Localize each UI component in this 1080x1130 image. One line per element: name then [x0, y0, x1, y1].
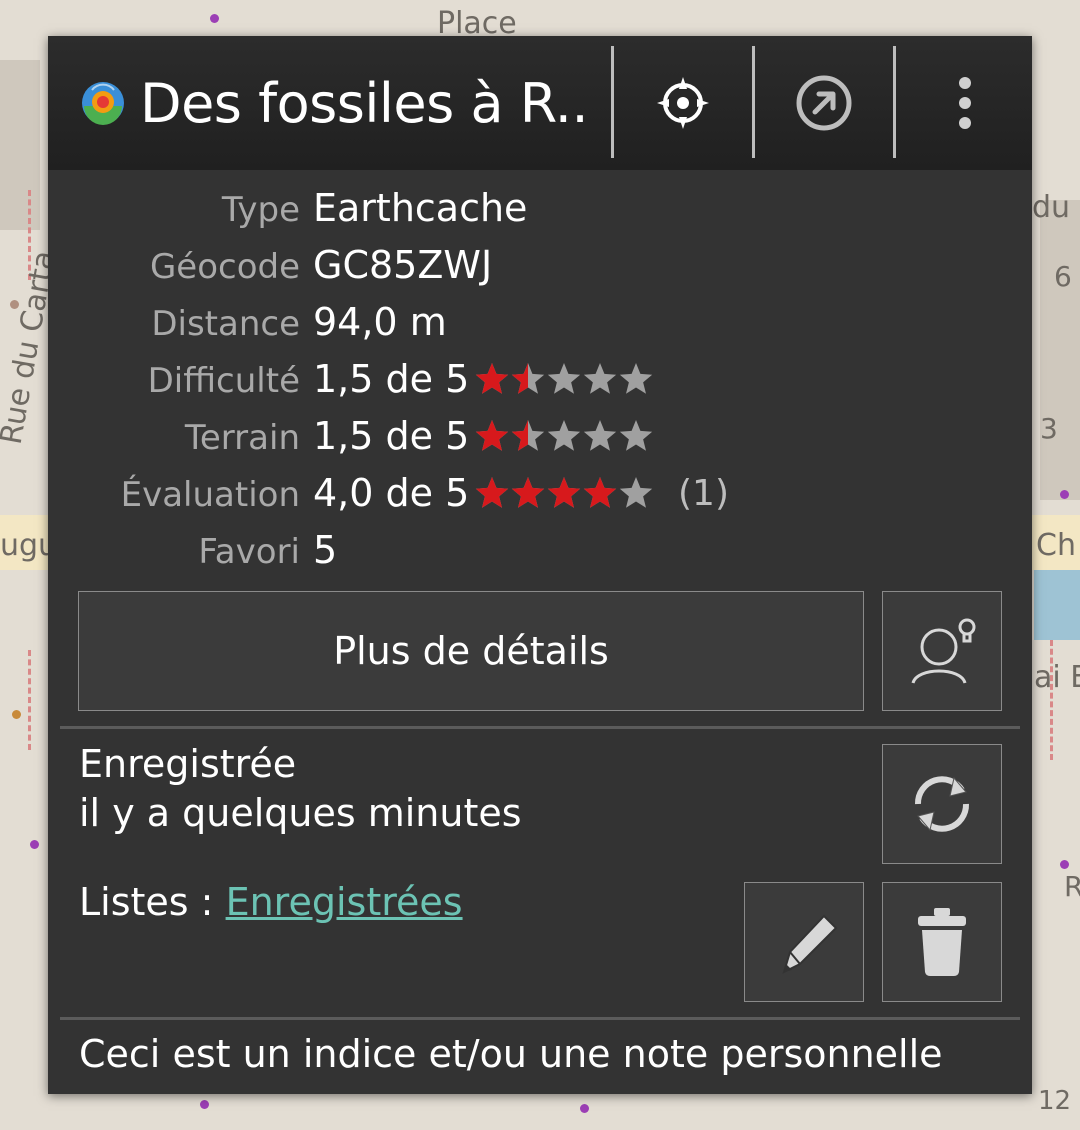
hint-text[interactable]: Ceci est un indice et/ou une note person…: [79, 1032, 943, 1076]
user-hint-icon: [911, 618, 976, 684]
compass-target-icon: [657, 77, 709, 129]
map-label: 6: [1054, 260, 1072, 293]
detail-row-rating: Évaluation 4,0 de 5 (1): [48, 469, 1032, 525]
section-divider: [60, 726, 1020, 729]
pencil-icon: [782, 914, 838, 974]
star-empty: [547, 363, 581, 394]
star-empty: [583, 420, 617, 451]
refresh-button[interactable]: [882, 744, 1002, 864]
detail-label: Favori: [198, 532, 300, 572]
detail-row-type: Type Earthcache: [48, 184, 1032, 240]
stored-status: Enregistrée: [79, 742, 297, 786]
compass-target-button[interactable]: [614, 36, 752, 170]
stored-time: il y a quelques minutes: [79, 791, 522, 835]
detail-label: Distance: [151, 304, 300, 344]
detail-row-terrain: Terrain 1,5 de 5: [48, 412, 1032, 468]
detail-value: 94,0 m: [313, 300, 447, 344]
star-empty: [547, 420, 581, 451]
star-filled: [511, 477, 545, 508]
detail-label: Difficulté: [147, 361, 300, 401]
star-filled: [475, 363, 509, 394]
star-filled: [475, 477, 509, 508]
map-label: 3: [1040, 412, 1058, 445]
more-details-button[interactable]: Plus de détails: [78, 591, 864, 711]
star-empty: [619, 363, 653, 394]
trash-icon: [918, 908, 966, 976]
navigate-button[interactable]: [755, 36, 893, 170]
map-label: ai E: [1034, 660, 1080, 695]
detail-value[interactable]: GC85ZWJ: [313, 243, 492, 287]
map-label: du P: [1032, 190, 1080, 225]
detail-row-difficulty: Difficulté 1,5 de 5: [48, 355, 1032, 411]
detail-row-favorite: Favori 5: [48, 526, 1032, 582]
more-options-button[interactable]: [896, 36, 1034, 170]
detail-row-geocode: Géocode GC85ZWJ: [48, 241, 1032, 297]
more-details-label: Plus de détails: [333, 629, 609, 673]
detail-value: 1,5 de 5: [313, 414, 470, 458]
star-filled: [583, 477, 617, 508]
detail-value: 5: [313, 528, 338, 572]
navigate-icon: [796, 75, 852, 131]
detail-value: Earthcache: [313, 186, 528, 230]
detail-label: Évaluation: [120, 475, 300, 515]
map-label: 12: [1038, 1086, 1072, 1116]
detail-label: Type: [221, 190, 300, 230]
detail-value: 4,0 de 5: [313, 471, 470, 515]
refresh-icon: [914, 776, 970, 832]
star-filled: [475, 420, 509, 451]
star-empty: [619, 477, 653, 508]
difficulty-stars: [475, 363, 653, 394]
detail-row-distance: Distance 94,0 m: [48, 298, 1032, 354]
cache-popup: Des fossiles à R.. Type Earthcache Géoco…: [48, 36, 1032, 1094]
map-label: R: [1064, 870, 1080, 903]
star-empty: [619, 420, 653, 451]
detail-value: 1,5 de 5: [313, 357, 470, 401]
detail-label: Géocode: [149, 247, 300, 287]
lists-link[interactable]: Enregistrées: [226, 880, 463, 924]
map-label: Ch: [1036, 528, 1076, 563]
delete-button[interactable]: [882, 882, 1002, 1002]
edit-lists-button[interactable]: [744, 882, 864, 1002]
more-vertical-icon: [959, 77, 971, 129]
lists-line: Listes : Enregistrées: [79, 880, 463, 924]
earthcache-icon: [82, 82, 124, 125]
terrain-stars: [475, 420, 653, 451]
star-empty: [583, 363, 617, 394]
lists-prefix: Listes :: [79, 880, 226, 924]
personal-note-button[interactable]: [882, 591, 1002, 711]
rating-stars: [475, 477, 653, 508]
section-divider: [60, 1017, 1020, 1020]
rating-count: (1): [678, 473, 729, 514]
detail-label: Terrain: [184, 418, 300, 458]
popup-header: Des fossiles à R..: [48, 36, 1032, 170]
star-filled: [547, 477, 581, 508]
popup-title: Des fossiles à R..: [140, 71, 589, 135]
